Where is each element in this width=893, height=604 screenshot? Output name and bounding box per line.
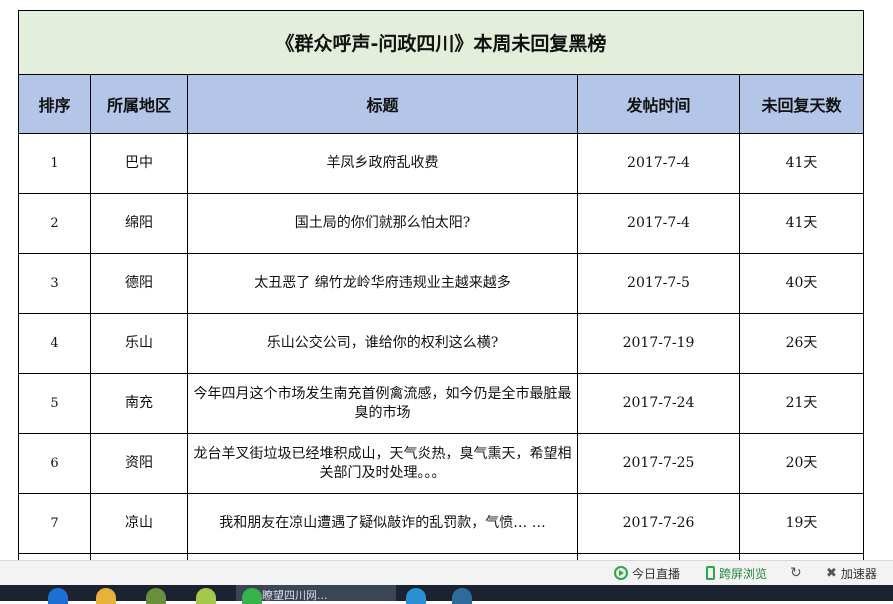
browser-window-icon	[242, 588, 262, 604]
header-post-time: 发帖时间	[577, 74, 740, 134]
table-row: 6 资阳 龙台羊叉街垃圾已经堆积成山，天气炎热，臭气熏天，希望相关部门及时处理。。。…	[18, 433, 864, 494]
cell-unreplied-days: 26天	[739, 313, 864, 374]
cell-unreplied-days: 40天	[739, 253, 864, 314]
blacklist-table: 《群众呼声-问政四川》本周未回复黑榜 排序 所属地区 标题 发帖时间 未回复天数…	[18, 10, 864, 560]
table-row: 2 绵阳 国土局的你们就那么怕太阳? 2017-7-4 41天	[18, 193, 864, 254]
cell-rank: 3	[18, 253, 91, 314]
cell-post-date: 2017-7-24	[577, 373, 740, 434]
cross-screen-button[interactable]: 跨屏浏览	[706, 564, 767, 582]
phone-icon	[706, 566, 715, 580]
cell-unreplied-days: 19天	[739, 493, 864, 554]
table-row: 3 德阳 太丑恶了 绵竹龙岭华府违规业主越来越多 2017-7-5 40天	[18, 253, 864, 314]
cell-unreplied-days: 41天	[739, 133, 864, 194]
cell-post-date: 2017-7-25	[577, 433, 740, 494]
cell-title: 国土局的你们就那么怕太阳?	[187, 193, 578, 254]
cell-title: 龙台羊叉街垃圾已经堆积成山，天气炎热，臭气熏天，希望相关部门及时处理。。。	[187, 433, 578, 494]
cell-rank: 6	[18, 433, 91, 494]
header-rank: 排序	[18, 74, 91, 134]
cell-post-date: 2017-7-26	[577, 493, 740, 554]
ie-icon[interactable]	[48, 588, 68, 604]
cell-post-date: 2017-7-19	[577, 313, 740, 374]
pin-icon: ✖	[826, 565, 837, 581]
cell-unreplied-days: 20天	[739, 433, 864, 494]
live-button[interactable]: 今日直播	[614, 564, 680, 582]
cell-rank: 2	[18, 193, 91, 254]
folder-icon[interactable]	[96, 588, 116, 604]
cross-screen-label: 跨屏浏览	[719, 566, 768, 581]
cell-post-date: 2017-7-4	[577, 133, 740, 194]
cell-rank: 4	[18, 313, 91, 374]
browser-status-bar: 今日直播 跨屏浏览 ↻ ✖ 加速器	[0, 560, 893, 585]
cell-rank: 7	[18, 493, 91, 554]
table-title: 《群众呼声-问政四川》本周未回复黑榜	[18, 10, 864, 75]
cell-post-date: 2017-7-4	[577, 193, 740, 254]
cell-title: 今年四月这个市场发生南充首例禽流感，如今仍是全市最脏最臭的市场	[187, 373, 578, 434]
cell-region: 巴中	[90, 133, 188, 194]
cell-rank: 1	[18, 133, 91, 194]
cell-title: 羊凤乡政府乱收费	[187, 133, 578, 194]
accelerator-label: 加速器	[840, 566, 877, 581]
accelerator-button[interactable]: ✖ 加速器	[826, 564, 877, 582]
table-row: 1 巴中 羊凤乡政府乱收费 2017-7-4 41天	[18, 133, 864, 194]
cell-title: 乐山公交公司，谁给你的权利这么横?	[187, 313, 578, 374]
cell-rank: 5	[18, 373, 91, 434]
cell-post-date: 2017-7-5	[577, 253, 740, 314]
table-row: 7 凉山 我和朋友在凉山遭遇了疑似敲诈的乱罚款，气愤… … 2017-7-26 19天	[18, 493, 864, 554]
cell-region: 乐山	[90, 313, 188, 374]
header-title: 标题	[187, 74, 578, 134]
refresh-icon: ↻	[790, 565, 802, 581]
browser-icon[interactable]	[196, 588, 216, 604]
cell-unreplied-days: 41天	[739, 193, 864, 254]
spreadsheet-area: 《群众呼声-问政四川》本周未回复黑榜 排序 所属地区 标题 发帖时间 未回复天数…	[0, 0, 893, 560]
header-unreplied-days: 未回复天数	[739, 74, 864, 134]
cell-region: 资阳	[90, 433, 188, 494]
live-label: 今日直播	[632, 566, 681, 581]
cell-region: 南充	[90, 373, 188, 434]
play-icon	[614, 566, 628, 580]
cell-title: 我和朋友在凉山遭遇了疑似敲诈的乱罚款，气愤… …	[187, 493, 578, 554]
header-region: 所属地区	[90, 74, 188, 134]
os-taskbar: 瞭望四川网...	[0, 585, 893, 604]
refresh-button[interactable]: ↻	[790, 564, 806, 582]
cell-title: 太丑恶了 绵竹龙岭华府违规业主越来越多	[187, 253, 578, 314]
app2-icon[interactable]	[406, 588, 426, 604]
cell-region: 凉山	[90, 493, 188, 554]
cell-unreplied-days: 21天	[739, 373, 864, 434]
table-row: 4 乐山 乐山公交公司，谁给你的权利这么横? 2017-7-19 26天	[18, 313, 864, 374]
cell-region: 德阳	[90, 253, 188, 314]
app-icon[interactable]	[146, 588, 166, 604]
table-row: 5 南充 今年四月这个市场发生南充首例禽流感，如今仍是全市最脏最臭的市场 2017-7…	[18, 373, 864, 434]
app3-icon[interactable]	[452, 588, 472, 604]
cell-region: 绵阳	[90, 193, 188, 254]
